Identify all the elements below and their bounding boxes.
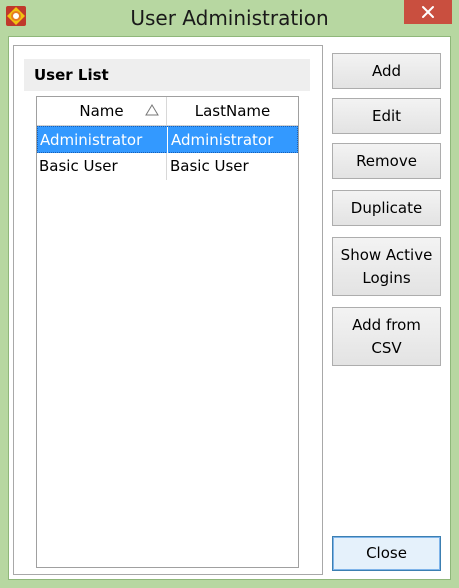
close-button[interactable]: Close (332, 536, 441, 571)
user-administration-window: User Administration User List Name LastN… (0, 0, 459, 588)
window-title: User Administration (130, 6, 329, 30)
table-row[interactable]: Basic User Basic User (37, 153, 298, 180)
cell-name: Basic User (37, 153, 167, 180)
column-header-lastname-label: LastName (194, 102, 271, 120)
close-icon (422, 6, 434, 18)
column-header-lastname[interactable]: LastName (167, 97, 298, 125)
cell-lastname: Basic User (170, 157, 249, 175)
cell-name: Administrator (38, 127, 168, 154)
cell-lastname: Administrator (171, 131, 274, 149)
user-list-group: User List Name LastName Administrator Ad… (13, 45, 323, 575)
show-active-logins-button[interactable]: Show Active Logins (332, 237, 441, 296)
table-row-selected[interactable]: Administrator Administrator (37, 126, 298, 154)
dialog-client-area: User List Name LastName Administrator Ad… (8, 36, 451, 580)
column-header-name-label: Name (79, 102, 124, 120)
user-list-title: User List (34, 66, 109, 84)
add-from-csv-button[interactable]: Add from CSV (332, 307, 441, 366)
remove-button[interactable]: Remove (332, 143, 441, 179)
edit-button[interactable]: Edit (332, 98, 441, 134)
column-header-name[interactable]: Name (37, 97, 167, 125)
user-list-header: User List (24, 59, 310, 91)
sort-ascending-icon (145, 104, 159, 116)
list-column-headers: Name LastName (37, 97, 298, 126)
title-bar[interactable]: User Administration (0, 0, 459, 36)
user-list-view[interactable]: Name LastName Administrator Administrato… (36, 96, 299, 568)
duplicate-button[interactable]: Duplicate (332, 190, 441, 226)
add-button[interactable]: Add (332, 53, 441, 89)
window-close-button[interactable] (404, 0, 452, 24)
